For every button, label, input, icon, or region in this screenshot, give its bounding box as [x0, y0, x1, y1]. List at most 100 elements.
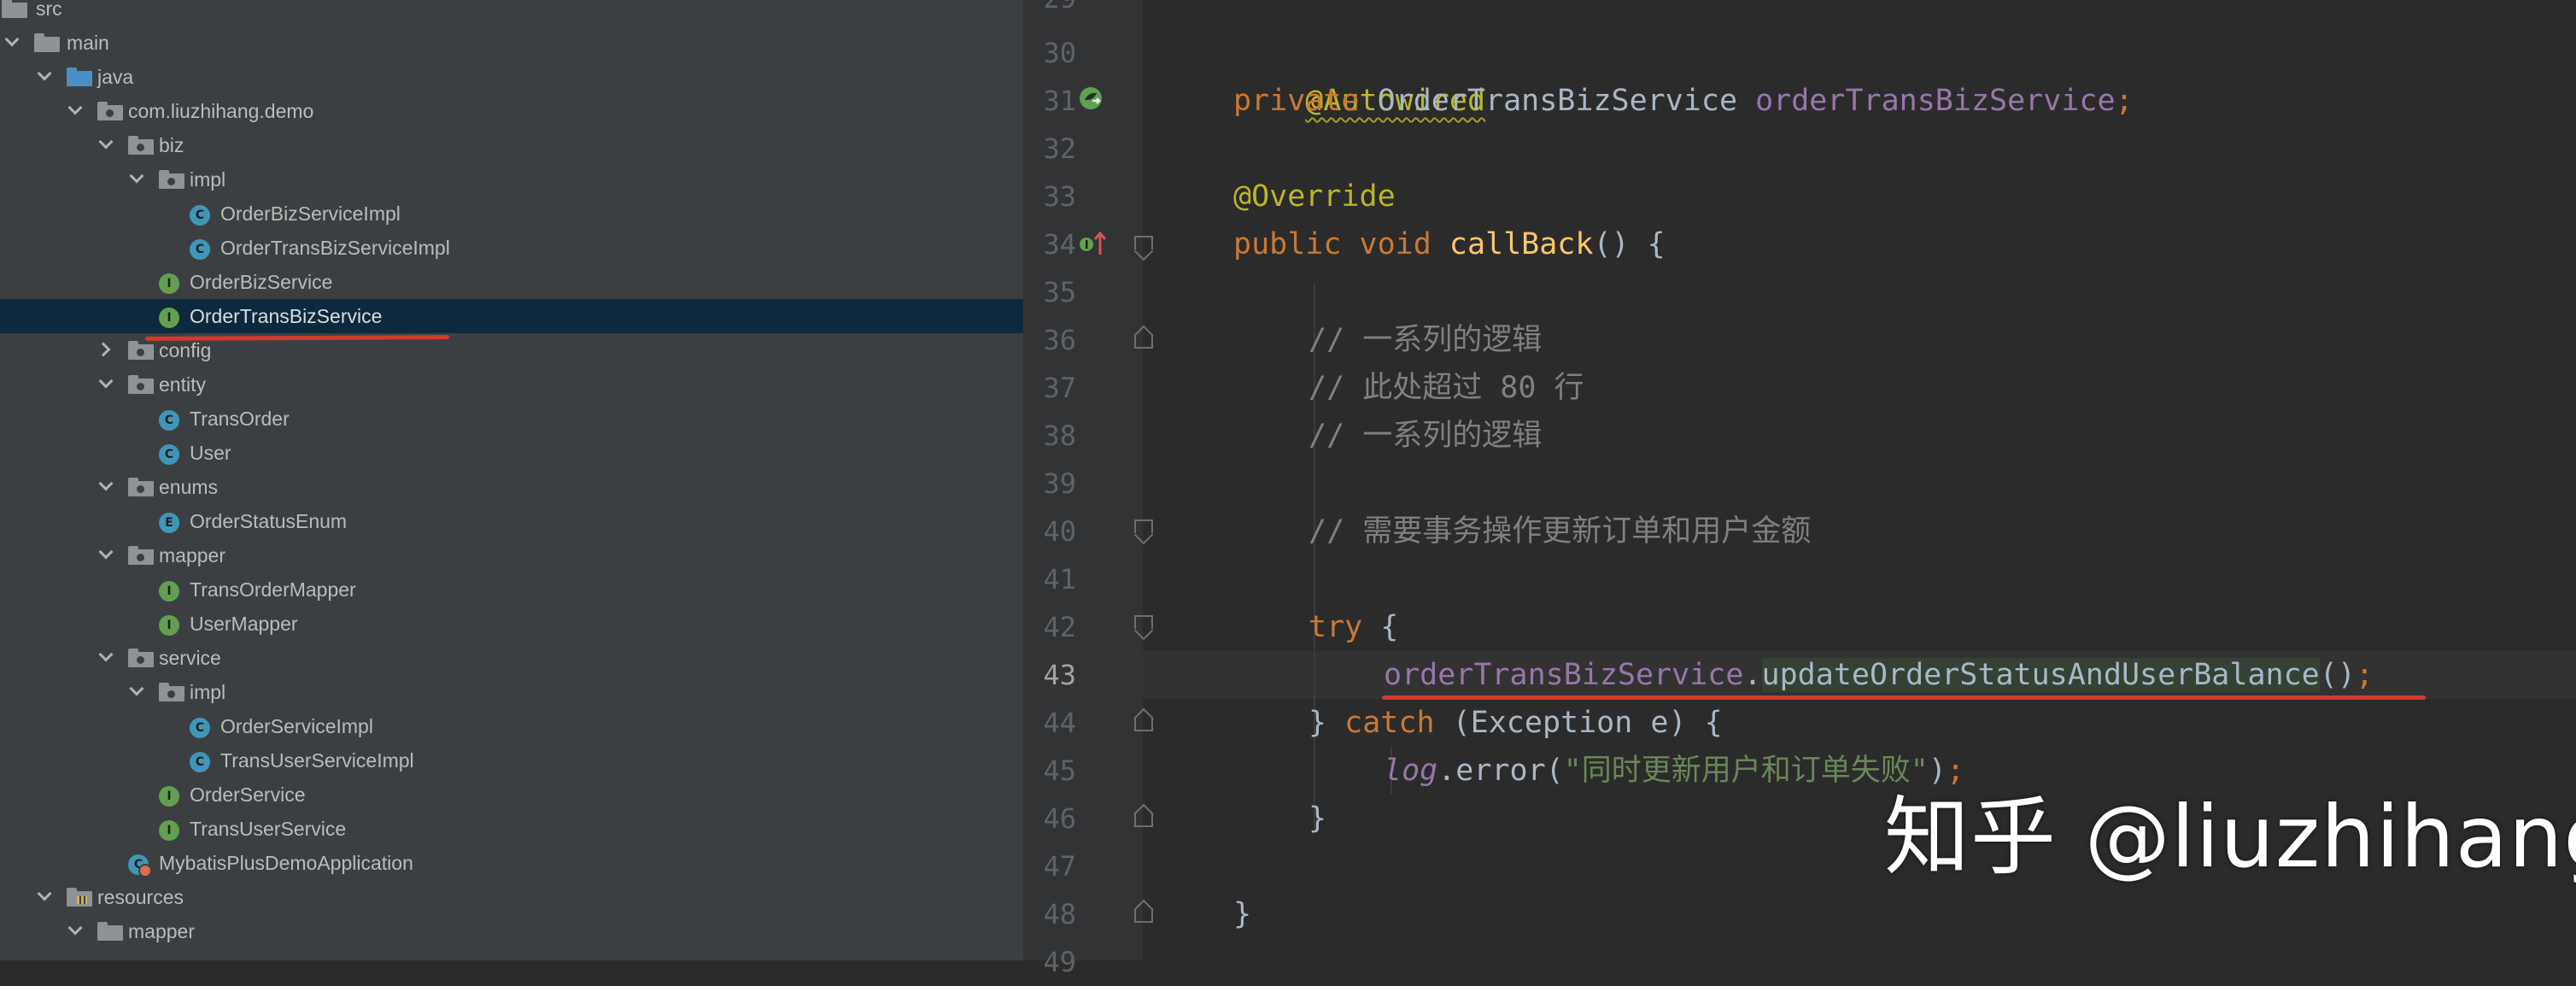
line-number: 42	[1043, 611, 1076, 643]
tree-item-orderserviceimpl[interactable]: C OrderServiceImpl	[0, 709, 1023, 743]
class-icon: C	[190, 205, 210, 226]
tree-item-orderbizservice[interactable]: I OrderBizService	[0, 265, 1023, 299]
chevron-down-icon[interactable]	[36, 887, 53, 904]
tree-item-label: entity	[159, 373, 206, 396]
tree-item-src[interactable]: src	[0, 0, 1023, 26]
tree-item-resources[interactable]: resources	[0, 880, 1023, 914]
chevron-down-icon[interactable]	[97, 545, 114, 562]
tree-item-label: com.liuzhihang.demo	[128, 100, 314, 122]
tree-item-label: src	[36, 0, 62, 20]
fold-start-icon[interactable]	[1134, 236, 1153, 255]
resources-folder-icon	[67, 888, 92, 907]
tree-item-enums[interactable]: enums	[0, 470, 1023, 504]
chevron-down-icon[interactable]	[3, 32, 20, 50]
package-icon	[128, 649, 154, 667]
interface-icon: I	[159, 786, 179, 807]
tree-item-ordertransbizservice[interactable]: I OrderTransBizService	[0, 299, 1023, 333]
tree-item-label: OrderBizService	[190, 271, 333, 293]
tree-item-resources-mapper[interactable]: mapper	[0, 914, 1023, 948]
tree-item-orderbizserviceimpl[interactable]: C OrderBizServiceImpl	[0, 197, 1023, 231]
package-icon	[128, 136, 154, 155]
enum-icon: E	[159, 513, 179, 533]
chevron-down-icon[interactable]	[67, 101, 84, 118]
code-line-34[interactable]: public void callBack() {	[1233, 220, 1666, 268]
folder-icon	[97, 922, 123, 941]
tree-item-transordermapper[interactable]: I TransOrderMapper	[0, 572, 1023, 607]
fold-end-icon[interactable]	[1134, 711, 1153, 731]
code-line-33[interactable]: @Override	[1233, 173, 1396, 220]
line-number: 29	[1023, 0, 1143, 22]
tree-item-orderservice[interactable]: I OrderService	[0, 778, 1023, 812]
chevron-down-icon[interactable]	[128, 682, 145, 699]
tree-item-ordertransbizserviceimpl[interactable]: C OrderTransBizServiceImpl	[0, 231, 1023, 265]
tree-item-transorder[interactable]: C TransOrder	[0, 402, 1023, 436]
folder-icon	[2, 0, 27, 18]
line-number: 41	[1043, 563, 1076, 596]
code-line-44[interactable]: } catch (Exception e) {	[1308, 699, 1723, 747]
code-line-45[interactable]: log.error("同时更新用户和订单失败");	[1384, 747, 1964, 795]
code-line-48[interactable]: }	[1233, 890, 1251, 938]
fold-end-icon[interactable]	[1134, 902, 1153, 923]
tree-item-orderstatusenum[interactable]: E OrderStatusEnum	[0, 504, 1023, 538]
tree-item-main[interactable]: main	[0, 26, 1023, 60]
code-line-40[interactable]: // 需要事务操作更新订单和用户金额	[1308, 508, 1811, 555]
code-line-38[interactable]: // 一系列的逻辑	[1308, 412, 1542, 460]
tree-item-label: TransOrderMapper	[190, 578, 356, 601]
fold-end-icon[interactable]	[1134, 807, 1153, 827]
tree-item-mapper-pkg[interactable]: mapper	[0, 538, 1023, 572]
tree-item-java[interactable]: java	[0, 60, 1023, 94]
line-number: 30	[1043, 37, 1076, 69]
chevron-down-icon[interactable]	[97, 477, 114, 494]
tree-item-label: TransUserServiceImpl	[220, 749, 414, 772]
tree-item-mybatisplusdemoapplication[interactable]: C MybatisPlusDemoApplication	[0, 846, 1023, 880]
implements-method-icon[interactable]	[1078, 229, 1109, 260]
tree-item-label: OrderService	[190, 784, 306, 806]
package-icon	[128, 375, 154, 394]
tree-item-entity[interactable]: entity	[0, 367, 1023, 402]
fold-start-icon[interactable]	[1134, 615, 1153, 634]
line-number: 32	[1043, 132, 1076, 165]
line-number: 38	[1043, 420, 1076, 452]
chevron-down-icon[interactable]	[67, 921, 84, 938]
package-icon	[97, 102, 123, 120]
tree-item-label: TransOrder	[190, 408, 290, 430]
spring-bean-icon[interactable]	[1078, 85, 1104, 111]
code-line-37[interactable]: // 此处超过 80 行	[1308, 364, 1584, 412]
code-line-36[interactable]: // 一系列的逻辑	[1308, 316, 1542, 364]
tree-item-biz-impl[interactable]: impl	[0, 162, 1023, 197]
line-number: 45	[1043, 754, 1076, 787]
tree-item-label: mapper	[128, 920, 195, 942]
chevron-down-icon[interactable]	[36, 67, 53, 84]
tree-item-service-impl[interactable]: impl	[0, 675, 1023, 709]
chevron-down-icon[interactable]	[97, 648, 114, 665]
tree-item-usermapper[interactable]: I UserMapper	[0, 607, 1023, 641]
code-line-31[interactable]: private OrderTransBizService orderTransB…	[1233, 77, 2134, 125]
code-line-43[interactable]: orderTransBizService.updateOrderStatusAn…	[1384, 651, 2374, 699]
interface-icon: I	[159, 308, 179, 328]
interface-icon: I	[159, 615, 179, 636]
chevron-down-icon[interactable]	[128, 169, 145, 186]
code-line-42[interactable]: try {	[1308, 603, 1398, 651]
tree-item-label: biz	[159, 134, 184, 156]
tree-item-label: impl	[190, 681, 226, 703]
tree-item-package-root[interactable]: com.liuzhihang.demo	[0, 94, 1023, 128]
tree-item-label: OrderBizServiceImpl	[220, 202, 401, 225]
class-icon: C	[190, 718, 210, 738]
tree-item-service[interactable]: service	[0, 641, 1023, 675]
tree-item-user[interactable]: C User	[0, 436, 1023, 470]
code-line-30[interactable]: @Autowired	[1233, 29, 1485, 118]
tree-item-label: OrderTransBizServiceImpl	[220, 237, 450, 259]
tree-item-transuserserviceimpl[interactable]: C TransUserServiceImpl	[0, 743, 1023, 778]
code-line-46[interactable]: }	[1308, 795, 1326, 842]
tree-item-transuserservice[interactable]: I TransUserService	[0, 812, 1023, 846]
fold-start-icon[interactable]	[1134, 519, 1153, 538]
chevron-down-icon[interactable]	[97, 374, 114, 391]
watermark: 知乎 @liuzhihang	[1884, 787, 2576, 887]
package-icon	[128, 341, 154, 360]
tree-item-biz[interactable]: biz	[0, 128, 1023, 162]
project-tree: src main java com.liuzhihang.demo biz im…	[0, 0, 1023, 960]
fold-end-icon[interactable]	[1134, 328, 1153, 349]
chevron-right-icon[interactable]	[97, 340, 114, 357]
chevron-down-icon[interactable]	[97, 135, 114, 152]
line-number: 35	[1043, 276, 1076, 308]
